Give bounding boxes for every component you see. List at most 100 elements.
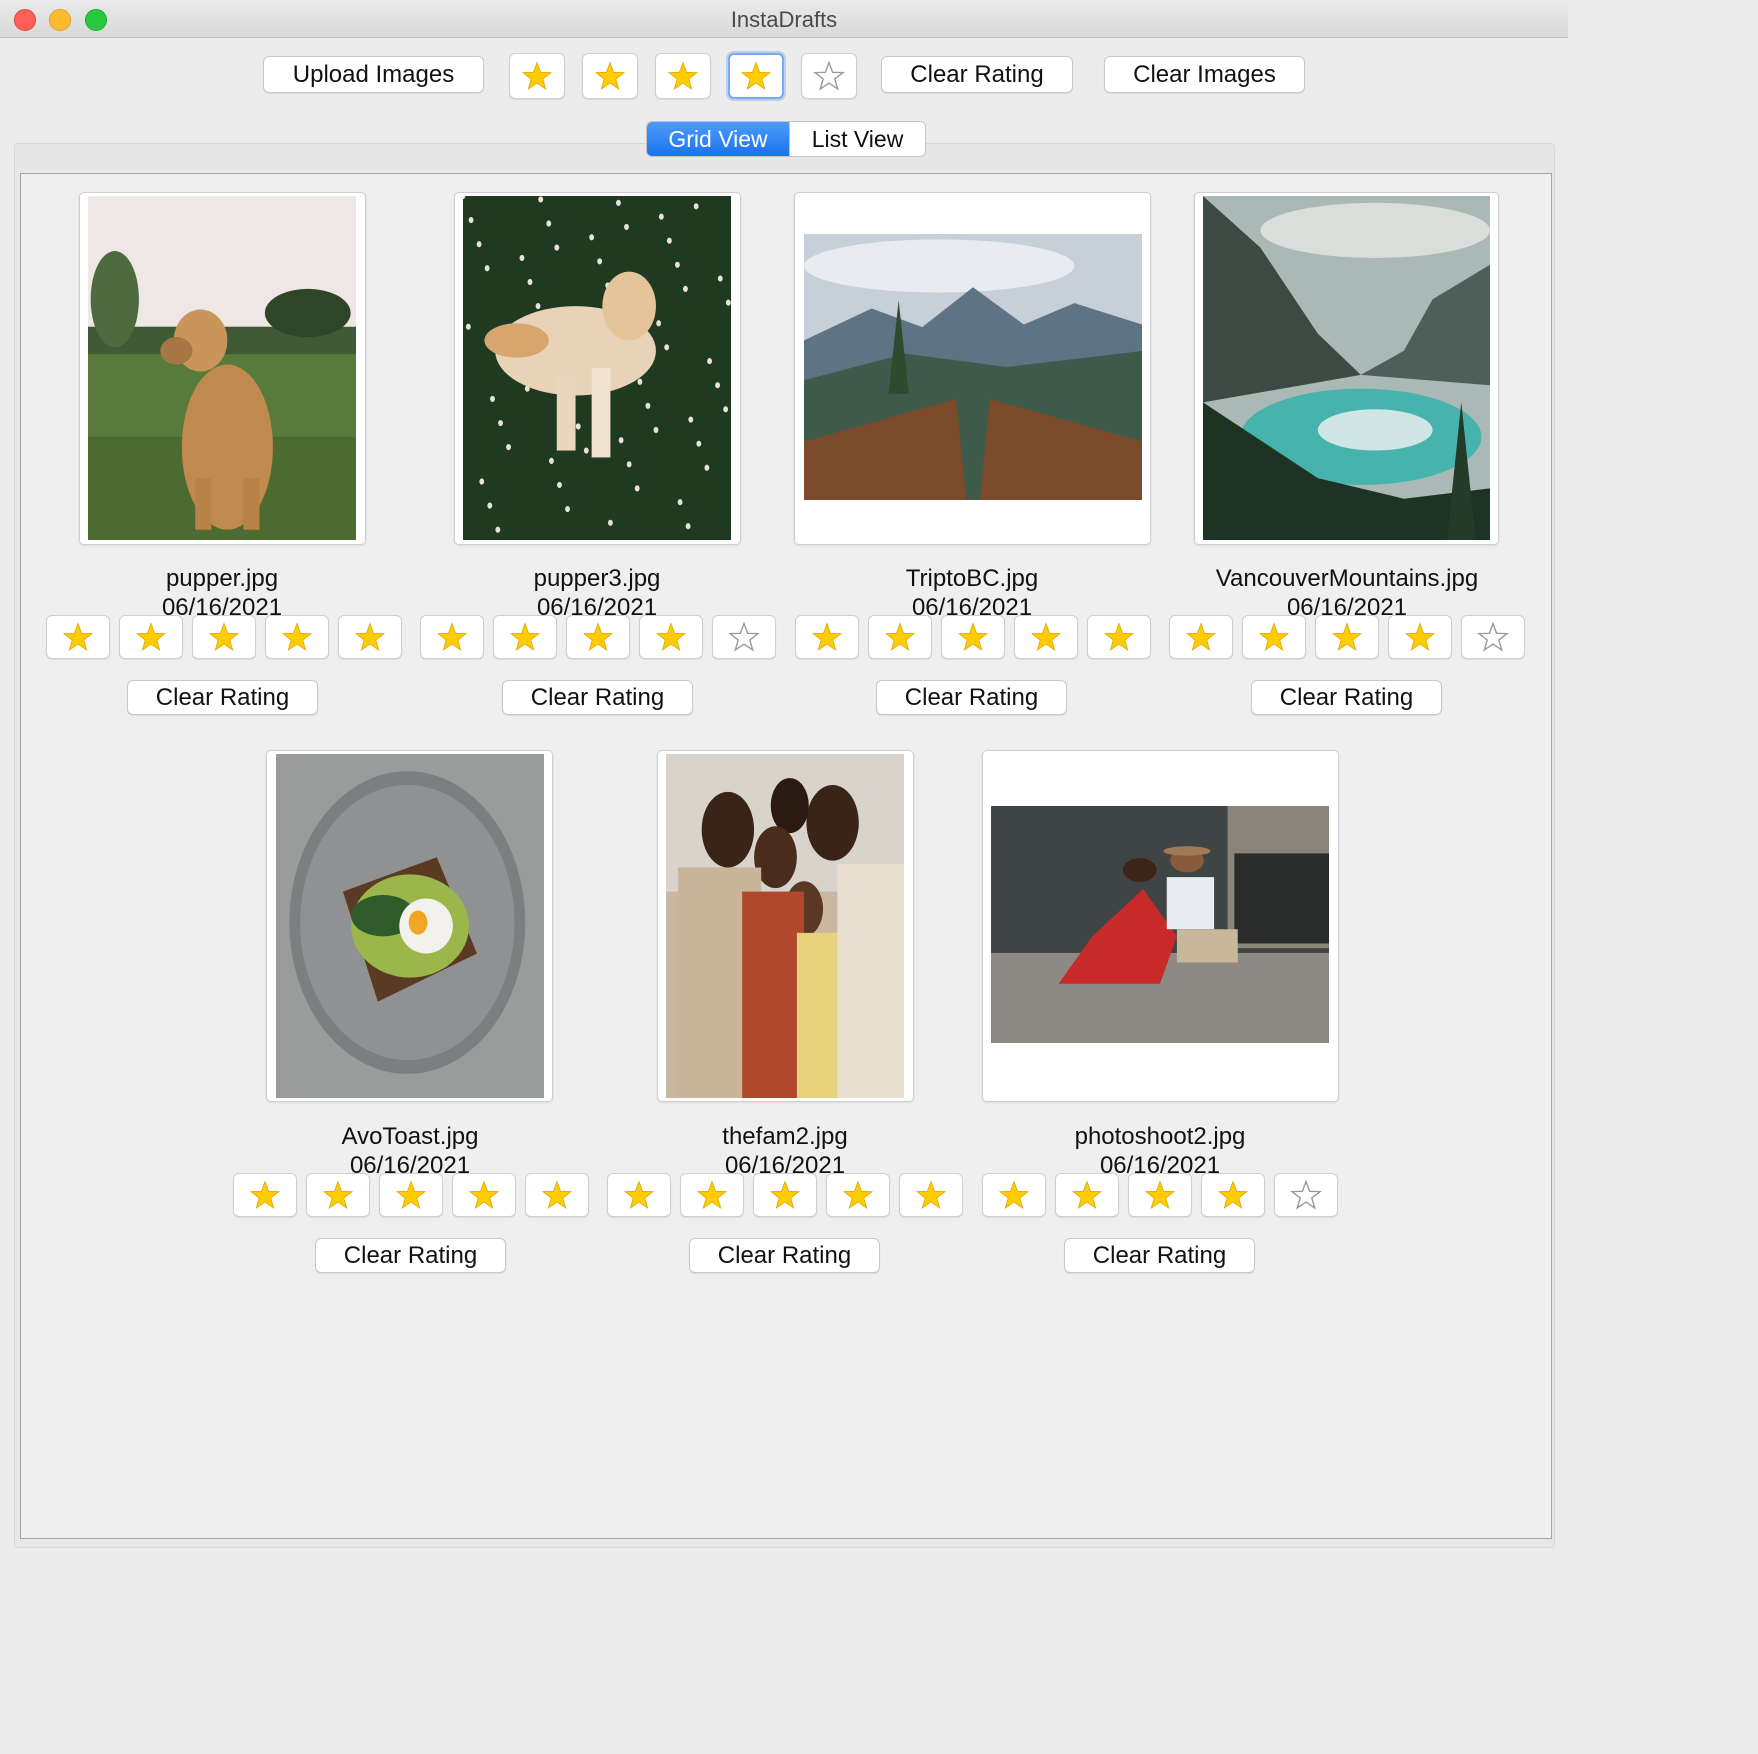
image-filename: pupper3.jpg: [533, 565, 661, 592]
thumbnail-image: [276, 754, 544, 1098]
star-filled-button[interactable]: [46, 615, 110, 659]
star-filled-button[interactable]: [265, 615, 329, 659]
star-filled-icon: [208, 622, 240, 651]
thumbnail-image: [804, 234, 1142, 500]
star-filled-icon: [322, 1180, 354, 1209]
star-filled-button[interactable]: [1169, 615, 1233, 659]
image-filename: VancouverMountains.jpg: [1215, 565, 1479, 592]
star-filled-button[interactable]: [753, 1173, 817, 1217]
upload-images-button[interactable]: Upload Images: [263, 56, 484, 93]
clear-rating-button[interactable]: Clear Rating: [876, 680, 1067, 715]
star-filled-icon: [1217, 1180, 1249, 1209]
tab-list-view[interactable]: List View: [789, 122, 925, 156]
star-empty-button[interactable]: [1274, 1173, 1338, 1217]
star-filled-button[interactable]: [379, 1173, 443, 1217]
clear-rating-button[interactable]: Clear Rating: [1064, 1238, 1255, 1273]
thumbnail-image: [1203, 196, 1490, 540]
star-filled-button[interactable]: [868, 615, 932, 659]
star-filled-button[interactable]: [1128, 1173, 1192, 1217]
star-filled-icon: [436, 622, 468, 651]
thumbnail-image: [991, 806, 1329, 1043]
clear-rating-button[interactable]: Clear Rating: [502, 680, 693, 715]
star-filled-icon: [842, 1180, 874, 1209]
star-empty-button[interactable]: [1461, 615, 1525, 659]
thumbnail-image: [88, 196, 356, 540]
star-filled-button[interactable]: [1055, 1173, 1119, 1217]
star-filled-button[interactable]: [338, 615, 402, 659]
star-filled-button[interactable]: [639, 615, 703, 659]
star-filled-icon: [623, 1180, 655, 1209]
star-filled-icon: [281, 622, 313, 651]
window-titlebar: InstaDrafts: [0, 0, 1568, 38]
tab-grid-view[interactable]: Grid View: [647, 122, 789, 156]
view-switcher: Grid View List View: [646, 121, 926, 157]
star-filled-button[interactable]: [582, 53, 638, 99]
star-filled-icon: [1185, 622, 1217, 651]
star-filled-icon: [395, 1180, 427, 1209]
star-filled-icon: [354, 622, 386, 651]
clear-rating-button[interactable]: Clear Rating: [127, 680, 318, 715]
clear-rating-button[interactable]: Clear Rating: [1251, 680, 1442, 715]
image-filename: photoshoot2.jpg: [1074, 1123, 1246, 1150]
star-filled-button[interactable]: [982, 1173, 1046, 1217]
star-filled-button[interactable]: [493, 615, 557, 659]
star-filled-icon: [696, 1180, 728, 1209]
star-filled-button[interactable]: [1388, 615, 1452, 659]
image-filename: thefam2.jpg: [722, 1123, 848, 1150]
star-filled-button[interactable]: [728, 53, 784, 99]
image-filename: TriptoBC.jpg: [905, 565, 1039, 592]
window-title: InstaDrafts: [730, 7, 838, 32]
star-filled-button[interactable]: [1315, 615, 1379, 659]
star-filled-button[interactable]: [1201, 1173, 1265, 1217]
star-filled-icon: [769, 1180, 801, 1209]
star-filled-button[interactable]: [941, 615, 1005, 659]
star-filled-button[interactable]: [795, 615, 859, 659]
star-filled-icon: [655, 622, 687, 651]
star-filled-button[interactable]: [1242, 615, 1306, 659]
star-outline-icon: [1477, 621, 1509, 652]
clear-rating-button[interactable]: Clear Rating: [689, 1238, 880, 1273]
star-filled-button[interactable]: [192, 615, 256, 659]
star-filled-button[interactable]: [899, 1173, 963, 1217]
star-filled-button[interactable]: [306, 1173, 370, 1217]
star-filled-button[interactable]: [566, 615, 630, 659]
star-filled-icon: [1404, 622, 1436, 651]
star-filled-button[interactable]: [452, 1173, 516, 1217]
star-filled-icon: [1144, 1180, 1176, 1209]
star-filled-button[interactable]: [826, 1173, 890, 1217]
star-filled-icon: [811, 622, 843, 651]
star-filled-icon: [1071, 1180, 1103, 1209]
star-outline-icon: [728, 621, 760, 652]
star-filled-icon: [594, 61, 626, 90]
star-filled-button[interactable]: [420, 615, 484, 659]
star-filled-button[interactable]: [509, 53, 565, 99]
clear-rating-button[interactable]: Clear Rating: [881, 56, 1073, 93]
star-filled-icon: [1331, 622, 1363, 651]
star-filled-icon: [1258, 622, 1290, 651]
star-outline-icon: [1290, 1179, 1322, 1210]
image-filename: AvoToast.jpg: [341, 1123, 479, 1150]
star-filled-button[interactable]: [1014, 615, 1078, 659]
star-empty-button[interactable]: [712, 615, 776, 659]
star-filled-icon: [915, 1180, 947, 1209]
star-filled-button[interactable]: [655, 53, 711, 99]
star-filled-button[interactable]: [119, 615, 183, 659]
star-filled-icon: [582, 622, 614, 651]
star-filled-icon: [740, 61, 772, 90]
star-outline-icon: [813, 60, 845, 91]
clear-rating-button[interactable]: Clear Rating: [315, 1238, 506, 1273]
star-filled-icon: [1103, 622, 1135, 651]
star-filled-button[interactable]: [607, 1173, 671, 1217]
star-filled-button[interactable]: [680, 1173, 744, 1217]
star-empty-button[interactable]: [801, 53, 857, 99]
clear-images-button[interactable]: Clear Images: [1104, 56, 1305, 93]
star-filled-button[interactable]: [233, 1173, 297, 1217]
star-filled-icon: [957, 622, 989, 651]
star-filled-icon: [62, 622, 94, 651]
thumbnail-image: [666, 754, 904, 1098]
star-filled-icon: [249, 1180, 281, 1209]
star-filled-button[interactable]: [1087, 615, 1151, 659]
star-filled-icon: [667, 61, 699, 90]
star-filled-icon: [509, 622, 541, 651]
star-filled-button[interactable]: [525, 1173, 589, 1217]
